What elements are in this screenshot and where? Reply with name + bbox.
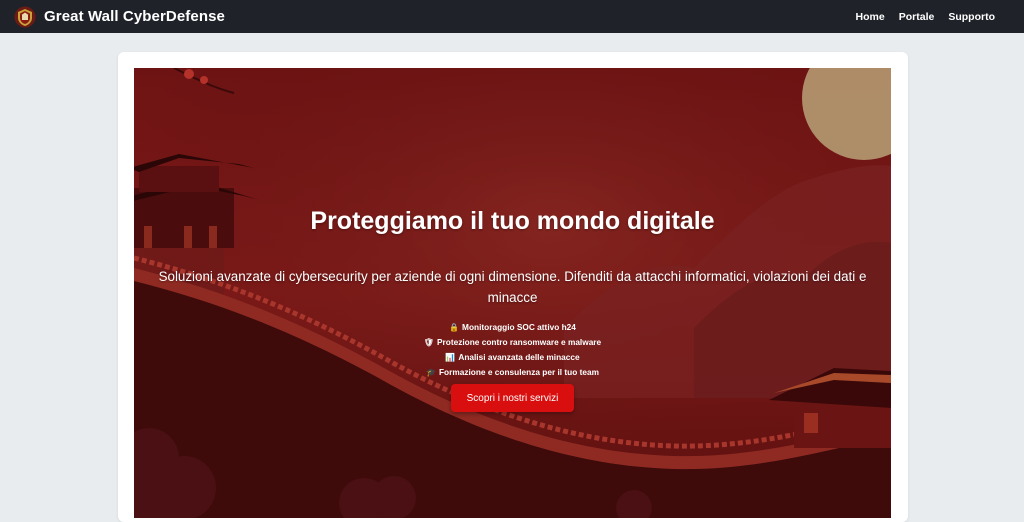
- graduation-icon: 🎓: [426, 368, 436, 377]
- shield-icon: 🛡: [423, 338, 434, 347]
- logo-icon: [14, 6, 36, 27]
- top-navbar: Great Wall CyberDefense Home Portale Sup…: [0, 0, 1024, 33]
- hero-subtitle: Soluzioni avanzate di cybersecurity per …: [158, 269, 867, 305]
- feature-list: 🔒 Monitoraggio SOC attivo h24 🛡 Protezione…: [134, 320, 891, 380]
- brand[interactable]: Great Wall CyberDefense: [14, 6, 225, 28]
- brand-name: Great Wall CyberDefense: [44, 8, 225, 25]
- discover-services-button[interactable]: Scopri i nostri servizi: [451, 384, 574, 412]
- hero-content: Proteggiamo il tuo mondo digitale Soluzi…: [134, 68, 891, 518]
- feature-item: 📊 Analisi avanzata delle minacce: [134, 350, 891, 365]
- chart-icon: 📊: [445, 353, 456, 362]
- lock-icon: 🔒: [449, 323, 460, 332]
- nav-links: Home Portale Supporto: [856, 11, 1010, 23]
- nav-link-portale[interactable]: Portale: [899, 11, 935, 23]
- hero-banner: Proteggiamo il tuo mondo digitale Soluzi…: [134, 68, 891, 518]
- feature-item: 🛡 Protezione contro ransomware e malware: [134, 335, 891, 350]
- nav-link-supporto[interactable]: Supporto: [948, 11, 995, 23]
- feature-item: 🔒 Monitoraggio SOC attivo h24: [134, 320, 891, 335]
- feature-item: 🎓 Formazione e consulenza per il tuo team: [134, 365, 891, 380]
- nav-link-home[interactable]: Home: [856, 11, 885, 23]
- hero-title: Proteggiamo il tuo mondo digitale: [310, 207, 715, 235]
